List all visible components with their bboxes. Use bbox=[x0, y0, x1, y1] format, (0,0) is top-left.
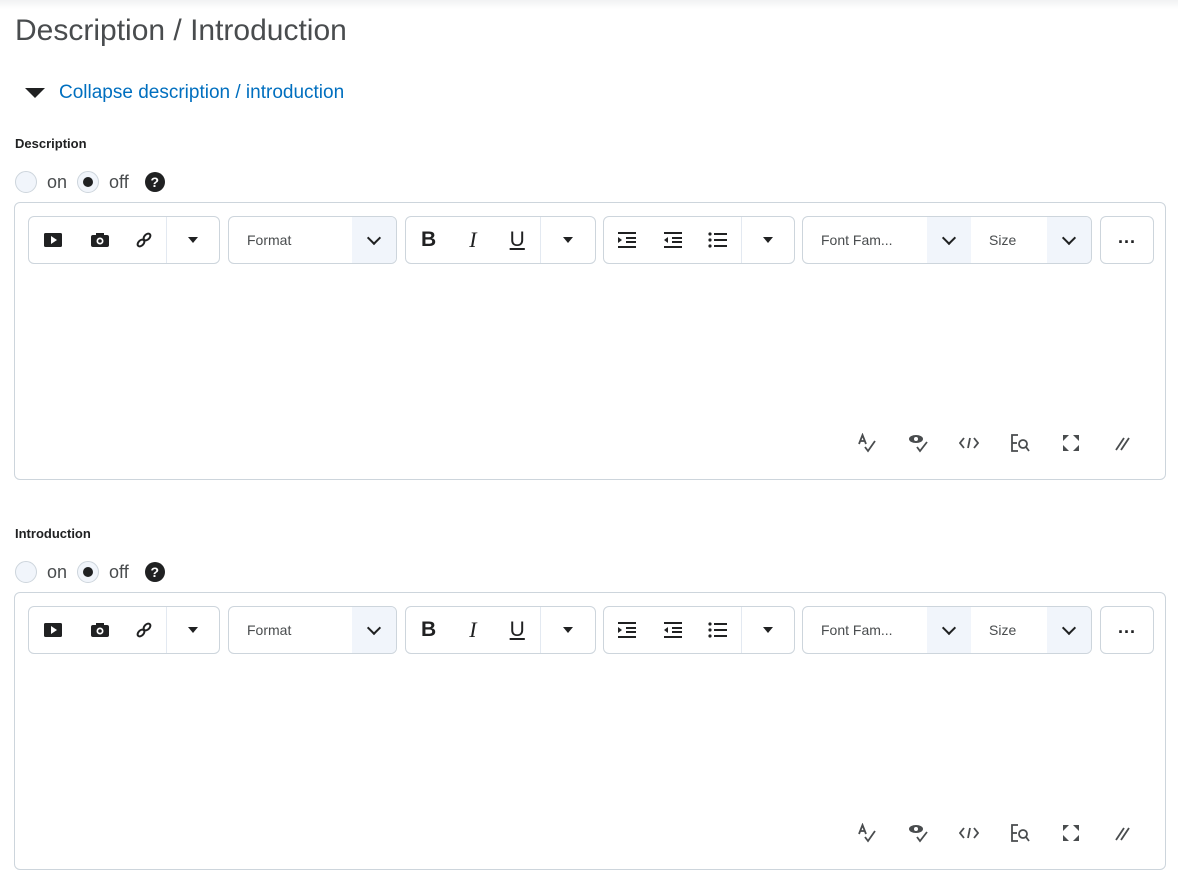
insert-toolbar-group bbox=[28, 216, 220, 264]
word-count-icon[interactable] bbox=[994, 819, 1045, 847]
section-label: Introduction bbox=[15, 526, 91, 541]
editor-footer-icons bbox=[841, 819, 1147, 847]
more-actions-button[interactable]: ... bbox=[1100, 606, 1154, 654]
visibility-radio-group: on off ? bbox=[15, 561, 165, 583]
help-icon[interactable]: ? bbox=[144, 172, 165, 192]
fullscreen-icon[interactable] bbox=[1045, 819, 1096, 847]
insert-more-dropdown[interactable] bbox=[166, 607, 219, 653]
chevron-down-icon bbox=[1047, 217, 1091, 263]
visibility-radio-group: on off ? bbox=[15, 171, 165, 193]
top-shade bbox=[0, 0, 1178, 9]
accessibility-check-icon[interactable] bbox=[892, 819, 943, 847]
chevron-down-icon bbox=[352, 217, 396, 263]
spellcheck-icon[interactable] bbox=[841, 429, 892, 457]
format-select[interactable]: Format bbox=[228, 606, 397, 654]
insert-video-icon[interactable] bbox=[29, 217, 77, 263]
radio-on[interactable] bbox=[15, 171, 37, 193]
list-more-dropdown[interactable] bbox=[741, 607, 794, 653]
rich-text-editor[interactable]: Format B I U Font Fam... Size ... bbox=[14, 592, 1166, 870]
collapse-label: Collapse description / introduction bbox=[59, 82, 345, 103]
editor-footer-icons bbox=[841, 429, 1147, 457]
text-style-more-dropdown[interactable] bbox=[539, 217, 595, 263]
font-family-select[interactable]: Font Fam... bbox=[803, 217, 971, 263]
radio-on[interactable] bbox=[15, 561, 37, 583]
bullet-list-icon[interactable] bbox=[696, 607, 742, 653]
bold-icon[interactable]: B bbox=[406, 607, 451, 653]
caret-down-icon bbox=[188, 237, 199, 243]
insert-image-icon[interactable] bbox=[77, 217, 123, 263]
more-actions-button[interactable]: ... bbox=[1100, 216, 1154, 264]
italic-icon[interactable]: I bbox=[451, 217, 494, 263]
fullscreen-icon[interactable] bbox=[1045, 429, 1096, 457]
format-select-label: Format bbox=[247, 232, 292, 248]
list-toolbar-group bbox=[603, 606, 795, 654]
underline-icon[interactable]: U bbox=[495, 217, 540, 263]
insert-link-icon[interactable] bbox=[123, 217, 167, 263]
font-size-select[interactable]: Size bbox=[971, 217, 1091, 263]
collapse-toggle[interactable]: Collapse description / introduction bbox=[25, 82, 344, 104]
caret-down-icon bbox=[562, 237, 573, 243]
bullet-list-icon[interactable] bbox=[696, 217, 742, 263]
indent-icon[interactable] bbox=[604, 217, 650, 263]
resize-handle-icon[interactable] bbox=[1096, 429, 1147, 457]
chevron-down-icon bbox=[927, 607, 971, 653]
chevron-down-icon bbox=[1047, 607, 1091, 653]
source-code-icon[interactable] bbox=[943, 819, 994, 847]
editor-section: Description on off ? Format B I U Font F… bbox=[0, 136, 1178, 496]
format-select[interactable]: Format bbox=[228, 216, 397, 264]
source-code-icon[interactable] bbox=[943, 429, 994, 457]
insert-toolbar-group bbox=[28, 606, 220, 654]
radio-on-label: on bbox=[47, 561, 68, 582]
text-style-toolbar-group: B I U bbox=[405, 606, 596, 654]
caret-down-icon bbox=[562, 627, 573, 633]
page-title: Description / Introduction bbox=[15, 14, 347, 47]
outdent-icon[interactable] bbox=[650, 217, 696, 263]
bold-icon[interactable]: B bbox=[406, 217, 451, 263]
caret-down-icon bbox=[25, 88, 45, 98]
more-actions-icon: ... bbox=[1117, 226, 1136, 247]
radio-off-label: off bbox=[109, 561, 129, 582]
help-icon[interactable]: ? bbox=[144, 562, 165, 582]
chevron-down-icon bbox=[927, 217, 971, 263]
font-size-select[interactable]: Size bbox=[971, 607, 1091, 653]
rich-text-editor[interactable]: Format B I U Font Fam... Size ... bbox=[14, 202, 1166, 480]
accessibility-check-icon[interactable] bbox=[892, 429, 943, 457]
text-style-more-dropdown[interactable] bbox=[539, 607, 595, 653]
more-actions-icon: ... bbox=[1117, 616, 1136, 637]
font-family-select-label: Font Fam... bbox=[821, 232, 893, 248]
font-family-select-label: Font Fam... bbox=[821, 622, 893, 638]
editor-section: Introduction on off ? Format B I U Font … bbox=[0, 526, 1178, 886]
radio-off[interactable] bbox=[77, 171, 100, 193]
outdent-icon[interactable] bbox=[650, 607, 696, 653]
chevron-down-icon bbox=[352, 607, 396, 653]
insert-more-dropdown[interactable] bbox=[166, 217, 219, 263]
radio-off[interactable] bbox=[77, 561, 100, 583]
caret-down-icon bbox=[763, 237, 774, 243]
list-more-dropdown[interactable] bbox=[741, 217, 794, 263]
text-style-toolbar-group: B I U bbox=[405, 216, 596, 264]
underline-icon[interactable]: U bbox=[495, 607, 540, 653]
spellcheck-icon[interactable] bbox=[841, 819, 892, 847]
indent-icon[interactable] bbox=[604, 607, 650, 653]
word-count-icon[interactable] bbox=[994, 429, 1045, 457]
caret-down-icon bbox=[763, 627, 774, 633]
insert-image-icon[interactable] bbox=[77, 607, 123, 653]
font-family-select[interactable]: Font Fam... bbox=[803, 607, 971, 653]
font-size-select-label: Size bbox=[989, 232, 1017, 248]
font-size-select-label: Size bbox=[989, 622, 1017, 638]
section-label: Description bbox=[15, 136, 87, 151]
caret-down-icon bbox=[188, 627, 199, 633]
resize-handle-icon[interactable] bbox=[1096, 819, 1147, 847]
list-toolbar-group bbox=[603, 216, 795, 264]
radio-on-label: on bbox=[47, 171, 68, 192]
format-select-label: Format bbox=[247, 622, 292, 638]
insert-link-icon[interactable] bbox=[123, 607, 167, 653]
font-toolbar-group: Font Fam... Size bbox=[802, 216, 1092, 264]
radio-off-label: off bbox=[109, 171, 129, 192]
insert-video-icon[interactable] bbox=[29, 607, 77, 653]
italic-icon[interactable]: I bbox=[451, 607, 494, 653]
font-toolbar-group: Font Fam... Size bbox=[802, 606, 1092, 654]
